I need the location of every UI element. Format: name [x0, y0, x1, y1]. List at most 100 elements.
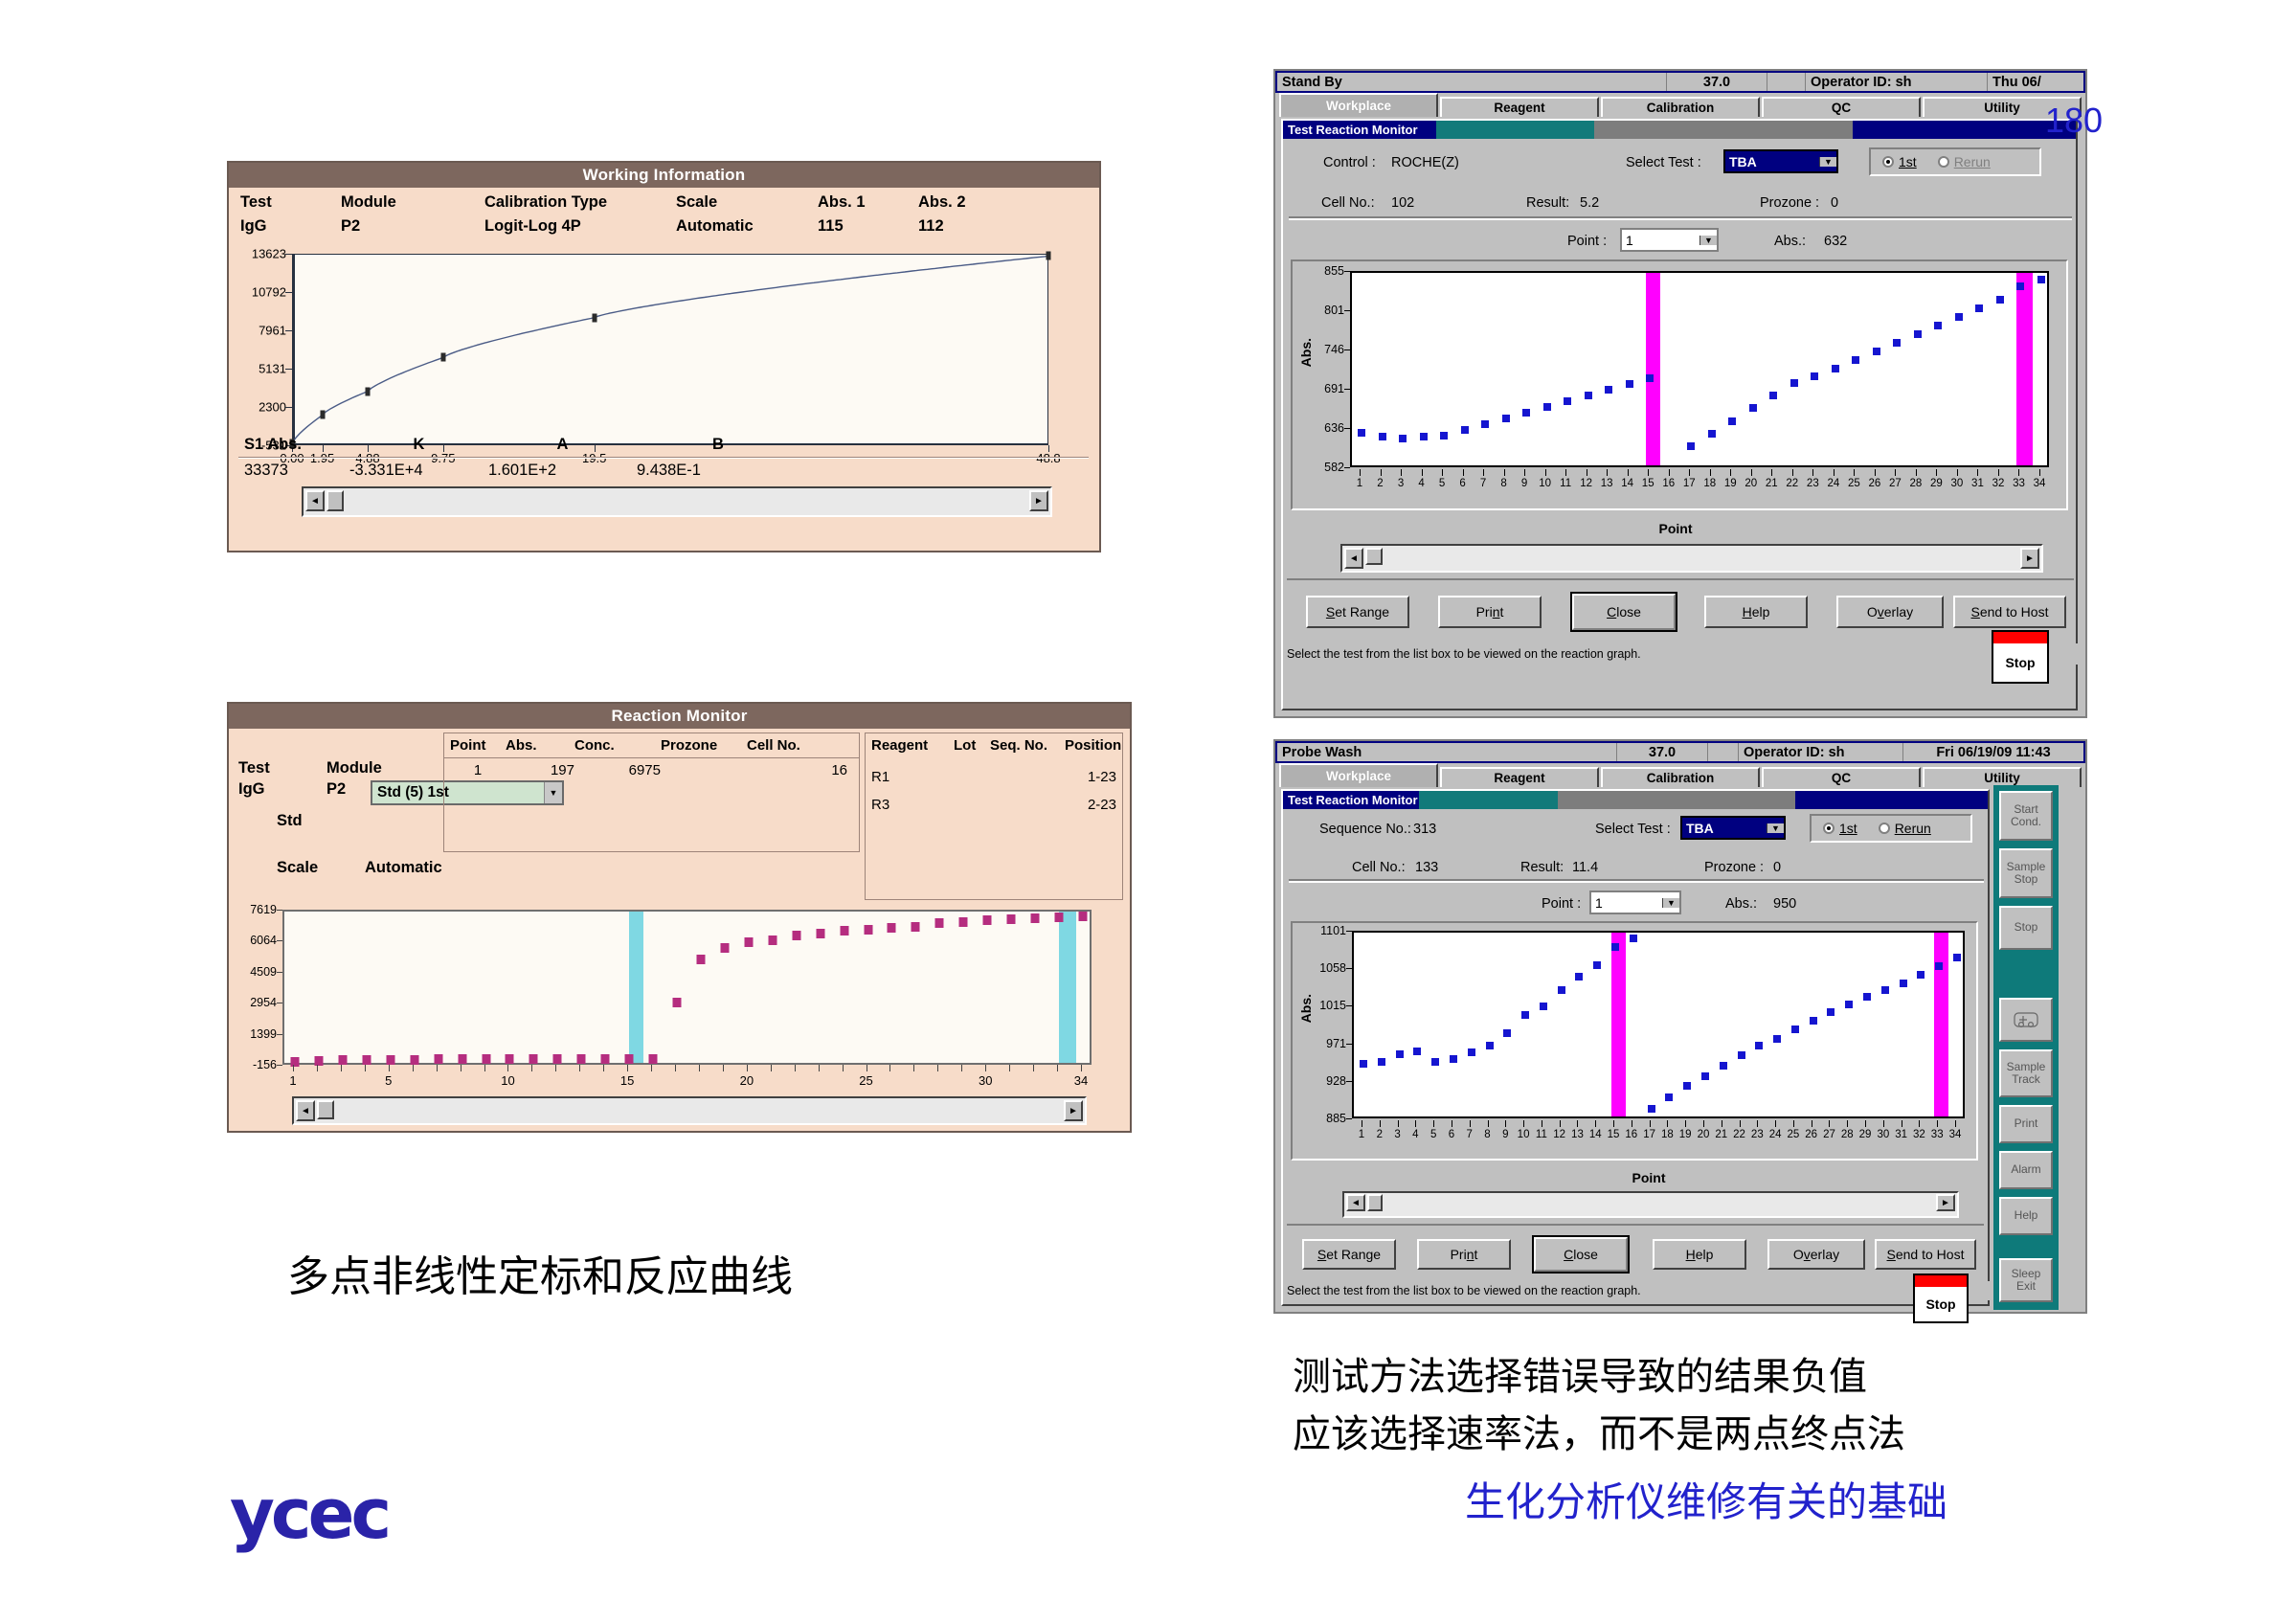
x-tick-label: 34: [2033, 478, 2046, 489]
result-value: 5.2: [1580, 195, 1600, 211]
tab-reagent[interactable]: Reagent: [1440, 767, 1599, 787]
sidebar-sample-track-button[interactable]: Sample Track: [1999, 1049, 2053, 1097]
radio-rerun[interactable]: Rerun: [1878, 821, 1931, 836]
x-tick-label: 20: [1745, 478, 1758, 489]
x-tick-label: 19: [1723, 478, 1737, 489]
x-tick: [1847, 1120, 1849, 1127]
data-point: [1575, 973, 1584, 981]
x-tick-label: 23: [1806, 478, 1819, 489]
close-button[interactable]: Close: [1570, 592, 1677, 632]
tab-workplace[interactable]: Workplace: [1279, 763, 1438, 787]
data-point: [1377, 1058, 1385, 1067]
x-tick-label: 12: [1580, 478, 1593, 489]
radio-rerun[interactable]: Rerun: [1937, 154, 1991, 169]
select-test-dropdown[interactable]: TBA ▼: [1723, 149, 1838, 173]
control-value: ROCHE(Z): [1391, 155, 1459, 170]
caption-right-line1: 测试方法选择错误导致的结果负值: [1293, 1355, 1867, 1398]
sidebar-sample-stop-button[interactable]: Sample Stop: [1999, 848, 2053, 898]
y-tick-label: 691: [1324, 382, 1344, 396]
scroll-left-button[interactable]: ◄: [1344, 548, 1363, 569]
x-tick-label: 22: [1786, 478, 1799, 489]
wi-value-test: IgG: [240, 217, 267, 235]
scroll-left-button[interactable]: ◄: [305, 490, 325, 511]
calibration-scrollbar[interactable]: ◄ ►: [302, 486, 1052, 517]
radio-1st[interactable]: 1st: [1882, 154, 1917, 169]
scroll-right-button[interactable]: ►: [1029, 490, 1048, 511]
send-to-host-button[interactable]: Send to Host: [1875, 1239, 1976, 1270]
scroll-thumb[interactable]: [317, 1100, 334, 1119]
graph-scrollbar[interactable]: ◄ ►: [1342, 1191, 1959, 1218]
chevron-down-icon[interactable]: ▼: [1662, 897, 1679, 908]
point-dropdown[interactable]: 1 ▼: [1620, 228, 1719, 252]
x-tick: [627, 1065, 629, 1071]
scroll-thumb[interactable]: [1365, 548, 1383, 565]
x-tick: [1483, 469, 1485, 476]
scroll-left-button[interactable]: ◄: [296, 1100, 315, 1121]
tab-qc[interactable]: QC: [1762, 767, 1921, 787]
graph-scrollbar[interactable]: ◄ ►: [1340, 544, 2043, 573]
radio-1st[interactable]: 1st: [1823, 821, 1857, 836]
close-button[interactable]: Close: [1532, 1235, 1630, 1274]
tab-reagent[interactable]: Reagent: [1440, 97, 1599, 117]
point-value: 1: [1626, 232, 1633, 248]
scroll-thumb[interactable]: [1367, 1194, 1383, 1211]
sidebar-cart-icon-button[interactable]: [1999, 998, 2053, 1042]
x-tick: [1937, 1120, 1939, 1127]
tab-label: Reagent: [1494, 771, 1545, 785]
stop-button[interactable]: Stop: [1992, 630, 2049, 684]
x-tick: [340, 1065, 342, 1071]
help-button[interactable]: Help: [1653, 1239, 1746, 1270]
reaction-scrollbar[interactable]: ◄ ►: [292, 1096, 1087, 1125]
tab-utility[interactable]: Utility: [1923, 767, 2082, 787]
table-row[interactable]: 1 197 6975 16: [444, 758, 859, 782]
set-range-button[interactable]: Set Range: [1302, 1239, 1396, 1270]
sidebar-label: Sleep Exit: [2011, 1266, 2041, 1293]
tab-calibration[interactable]: Calibration: [1601, 97, 1760, 117]
chevron-down-icon[interactable]: ▼: [1699, 235, 1717, 245]
overlay-button[interactable]: Overlay: [1767, 1239, 1865, 1270]
point-dropdown[interactable]: 1 ▼: [1589, 890, 1681, 914]
data-point: [1827, 1008, 1835, 1017]
sidebar-help-button[interactable]: Help: [1999, 1197, 2053, 1235]
help-button[interactable]: Help: [1704, 596, 1808, 628]
set-range-button[interactable]: Set Range: [1306, 596, 1409, 628]
divider: [1287, 1224, 1984, 1226]
scroll-left-button[interactable]: ◄: [1346, 1194, 1365, 1211]
x-tick-label: 16: [1625, 1129, 1638, 1140]
data-point: [1584, 392, 1592, 400]
radio-label: Rerun: [1953, 154, 1991, 169]
sidebar-sleep-exit-button[interactable]: Sleep Exit: [1999, 1258, 2053, 1302]
data-point: [1046, 251, 1051, 260]
sidebar-start-cond-button[interactable]: Start Cond.: [1999, 791, 2053, 841]
chevron-down-icon[interactable]: ▼: [1819, 156, 1836, 167]
data-point: [386, 1054, 395, 1065]
x-tick: [1775, 1120, 1777, 1127]
sidebar-print-button[interactable]: Print: [1999, 1105, 2053, 1143]
analyzer-window-bottom: Probe Wash 37.0 Operator ID: sh Fri 06/1…: [1273, 739, 2087, 1323]
x-tick: [1956, 469, 1958, 476]
print-button[interactable]: Print: [1417, 1239, 1511, 1270]
select-test-dropdown[interactable]: TBA ▼: [1680, 816, 1786, 840]
scroll-thumb[interactable]: [326, 490, 344, 511]
scroll-right-button[interactable]: ►: [1064, 1100, 1083, 1121]
coef-value-s1abs: 33373: [244, 462, 288, 479]
chevron-down-icon[interactable]: ▼: [1767, 823, 1784, 833]
print-button[interactable]: Print: [1438, 596, 1542, 628]
send-to-host-button[interactable]: Send to Host: [1953, 596, 2066, 628]
sidebar-alarm-button[interactable]: Alarm: [1999, 1151, 2053, 1189]
working-information-panel: Working Information Test Module Calibrat…: [227, 161, 1101, 552]
x-tick: [1577, 1120, 1579, 1127]
tab-calibration[interactable]: Calibration: [1601, 767, 1760, 787]
scroll-right-button[interactable]: ►: [1936, 1194, 1955, 1211]
y-tick-label: 6064: [250, 934, 277, 948]
sidebar-stop-button[interactable]: Stop: [1999, 906, 2053, 950]
tab-workplace[interactable]: Workplace: [1279, 93, 1438, 117]
tab-qc[interactable]: QC: [1762, 97, 1921, 117]
y-axis-title: Abs.: [1298, 994, 1314, 1024]
data-point: [1707, 430, 1716, 439]
stop-button[interactable]: Stop: [1913, 1274, 1969, 1323]
data-point: [1629, 935, 1637, 943]
x-tick-label: 5: [1438, 478, 1446, 489]
overlay-button[interactable]: Overlay: [1836, 596, 1944, 628]
scroll-right-button[interactable]: ►: [2020, 548, 2039, 569]
